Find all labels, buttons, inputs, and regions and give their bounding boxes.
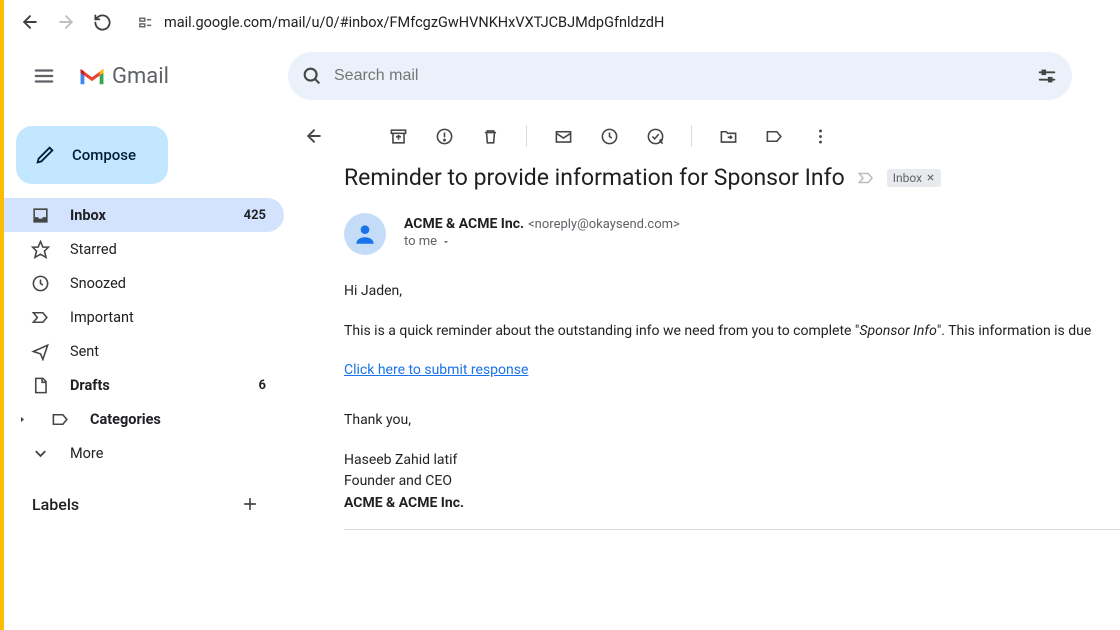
labels-button[interactable] <box>764 126 784 146</box>
pencil-icon <box>34 144 56 166</box>
add-label-button[interactable] <box>236 490 264 518</box>
sidebar-item-snoozed[interactable]: Snoozed <box>4 266 284 300</box>
search-input[interactable] <box>334 67 1026 85</box>
sidebar-item-label: Starred <box>70 241 266 258</box>
chevron-right-icon <box>18 415 28 424</box>
sidebar-item-label: More <box>70 445 266 462</box>
gmail-logo[interactable]: Gmail <box>78 64 169 89</box>
compose-label: Compose <box>72 146 136 164</box>
clock-icon <box>30 273 50 293</box>
sidebar-item-important[interactable]: Important <box>4 300 284 334</box>
browser-address-bar[interactable]: mail.google.com/mail/u/0/#inbox/FMfcgzGw… <box>126 6 1106 38</box>
inbox-label-text: Inbox <box>893 171 922 185</box>
sidebar-item-sent[interactable]: Sent <box>4 334 284 368</box>
important-marker-icon[interactable] <box>857 169 875 187</box>
sidebar-item-label: Categories <box>90 411 266 428</box>
snooze-button[interactable] <box>599 126 619 146</box>
email-paragraph: This is a quick reminder about the outst… <box>344 321 1120 343</box>
site-info-icon[interactable] <box>136 13 154 31</box>
browser-toolbar: mail.google.com/mail/u/0/#inbox/FMfcgzGw… <box>4 0 1120 44</box>
email-subject: Reminder to provide information for Spon… <box>344 164 845 191</box>
show-details-button[interactable] <box>441 237 451 247</box>
drafts-icon <box>30 375 50 395</box>
label-icon <box>50 409 70 429</box>
signature-name: Haseeb Zahid latif <box>344 450 1120 472</box>
sidebar-item-count: 425 <box>244 208 266 223</box>
sidebar: Gmail Compose Inbox 425 Starred <box>4 44 284 630</box>
chevron-down-icon <box>30 443 50 463</box>
more-actions-button[interactable] <box>810 126 830 146</box>
sidebar-item-more[interactable]: More <box>4 436 284 470</box>
browser-url-text: mail.google.com/mail/u/0/#inbox/FMfcgzGw… <box>164 14 664 31</box>
sidebar-item-drafts[interactable]: Drafts 6 <box>4 368 284 402</box>
important-icon <box>30 307 50 327</box>
sidebar-item-inbox[interactable]: Inbox 425 <box>4 198 284 232</box>
browser-reload-button[interactable] <box>90 10 114 34</box>
signature-divider <box>344 529 1120 530</box>
email-greeting: Hi Jaden, <box>344 281 1120 303</box>
sidebar-item-starred[interactable]: Starred <box>4 232 284 266</box>
labels-heading: Labels <box>32 495 79 514</box>
signature-title: Founder and CEO <box>344 471 1120 493</box>
move-to-button[interactable] <box>718 126 738 146</box>
signature-company: ACME & ACME Inc. <box>344 493 1120 515</box>
sidebar-item-label: Drafts <box>70 377 239 394</box>
add-to-tasks-button[interactable] <box>645 126 665 146</box>
sidebar-item-count: 6 <box>259 378 266 393</box>
archive-button[interactable] <box>388 126 408 146</box>
main-menu-button[interactable] <box>22 54 66 98</box>
gmail-logo-text: Gmail <box>112 64 169 89</box>
search-icon[interactable] <box>300 64 324 88</box>
browser-forward-button[interactable] <box>54 10 78 34</box>
labels-heading-row: Labels <box>4 470 284 518</box>
search-box[interactable] <box>288 52 1072 100</box>
delete-button[interactable] <box>480 126 500 146</box>
compose-button[interactable]: Compose <box>16 126 168 184</box>
sidebar-item-label: Important <box>70 309 266 326</box>
sidebar-item-label: Sent <box>70 343 266 360</box>
close-icon[interactable] <box>926 173 935 182</box>
mark-unread-button[interactable] <box>553 126 573 146</box>
sender-avatar[interactable] <box>344 213 386 255</box>
report-spam-button[interactable] <box>434 126 454 146</box>
inbox-label-chip[interactable]: Inbox <box>887 169 941 187</box>
inbox-icon <box>30 205 50 225</box>
submit-response-link[interactable]: Click here to submit response <box>344 362 528 378</box>
sidebar-item-label: Inbox <box>70 207 224 224</box>
recipient-summary: to me <box>404 234 437 249</box>
email-body: Hi Jaden, This is a quick reminder about… <box>344 281 1120 530</box>
sent-icon <box>30 341 50 361</box>
sender-name: ACME & ACME Inc. <box>404 216 524 232</box>
email-toolbar <box>284 108 1120 164</box>
sender-email: <noreply@okaysend.com> <box>528 217 680 232</box>
sidebar-item-label: Snoozed <box>70 275 266 292</box>
main-panel: Reminder to provide information for Spon… <box>284 44 1120 630</box>
back-to-inbox-button[interactable] <box>304 126 324 146</box>
email-thanks: Thank you, <box>344 410 1120 432</box>
gmail-logo-icon <box>78 65 106 87</box>
browser-back-button[interactable] <box>18 10 42 34</box>
search-options-button[interactable] <box>1036 65 1060 87</box>
sidebar-item-categories[interactable]: Categories <box>4 402 284 436</box>
star-icon <box>30 239 50 259</box>
